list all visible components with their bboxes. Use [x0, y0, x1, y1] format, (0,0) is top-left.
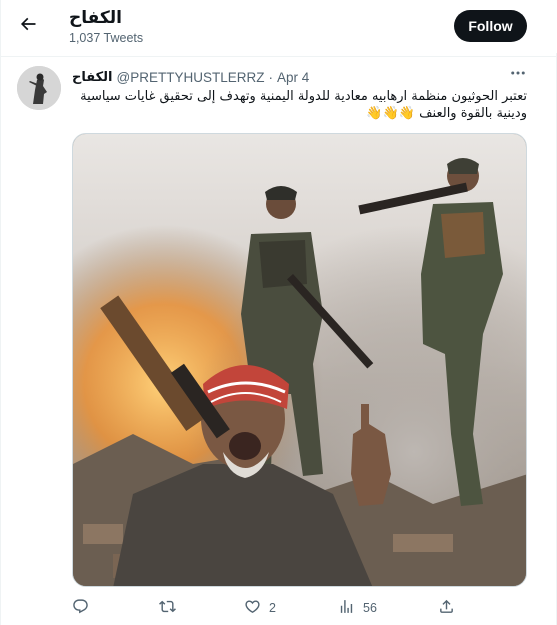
arrow-left-icon	[18, 14, 38, 39]
retweet-button[interactable]	[159, 598, 176, 618]
more-options-button[interactable]	[507, 66, 529, 84]
like-count: 2	[269, 601, 276, 615]
share-icon	[438, 598, 455, 618]
tweet-text-line-2-words: ودينية بالقوة والعنف	[419, 106, 527, 121]
tweet-date[interactable]: Apr 4	[277, 70, 309, 85]
header-divider	[1, 56, 557, 57]
like-button[interactable]: 2	[244, 598, 276, 618]
share-button[interactable]	[438, 598, 455, 618]
profile-title-block: الكفاح 1,037 Tweets	[69, 8, 143, 46]
tweet-actions-bar: 2 56	[72, 598, 527, 618]
page-header: الكفاح 1,037 Tweets Follow	[1, 0, 557, 53]
back-button[interactable]	[11, 9, 45, 43]
author-handle[interactable]: @PRETTYHUSTLERRZ	[117, 70, 265, 85]
tweet-media-image[interactable]	[72, 133, 527, 587]
views-count: 56	[363, 601, 377, 615]
tweet-page: الكفاح 1,037 Tweets Follow الكفاح @PRETT…	[0, 0, 557, 625]
reply-button[interactable]	[72, 598, 89, 618]
separator-dot: ·	[268, 69, 273, 85]
follow-button[interactable]: Follow	[454, 10, 527, 42]
tweet-header: الكفاح @PRETTYHUSTLERRZ · Apr 4	[72, 68, 532, 86]
heart-icon	[244, 598, 261, 618]
author-name[interactable]: الكفاح	[72, 70, 113, 85]
media-photo	[73, 134, 526, 586]
reply-icon	[72, 598, 89, 618]
tweet-text-line-2: ودينية بالقوة والعنف 👋👋👋	[72, 105, 527, 122]
more-horizontal-icon	[509, 64, 527, 87]
tweet-text-line-1: تعتبر الحوثيون منظمة ارهابيه معادية للدو…	[80, 89, 527, 104]
views-chart-icon	[338, 598, 355, 618]
waving-hands-emoji: 👋👋👋	[366, 106, 415, 121]
tweets-count: 1,037 Tweets	[69, 31, 144, 45]
views-button[interactable]: 56	[338, 598, 377, 618]
profile-title: الكفاح	[69, 8, 122, 28]
tweet-text: تعتبر الحوثيون منظمة ارهابيه معادية للدو…	[72, 88, 527, 122]
author-avatar[interactable]	[17, 66, 61, 110]
retweet-icon	[159, 598, 176, 618]
